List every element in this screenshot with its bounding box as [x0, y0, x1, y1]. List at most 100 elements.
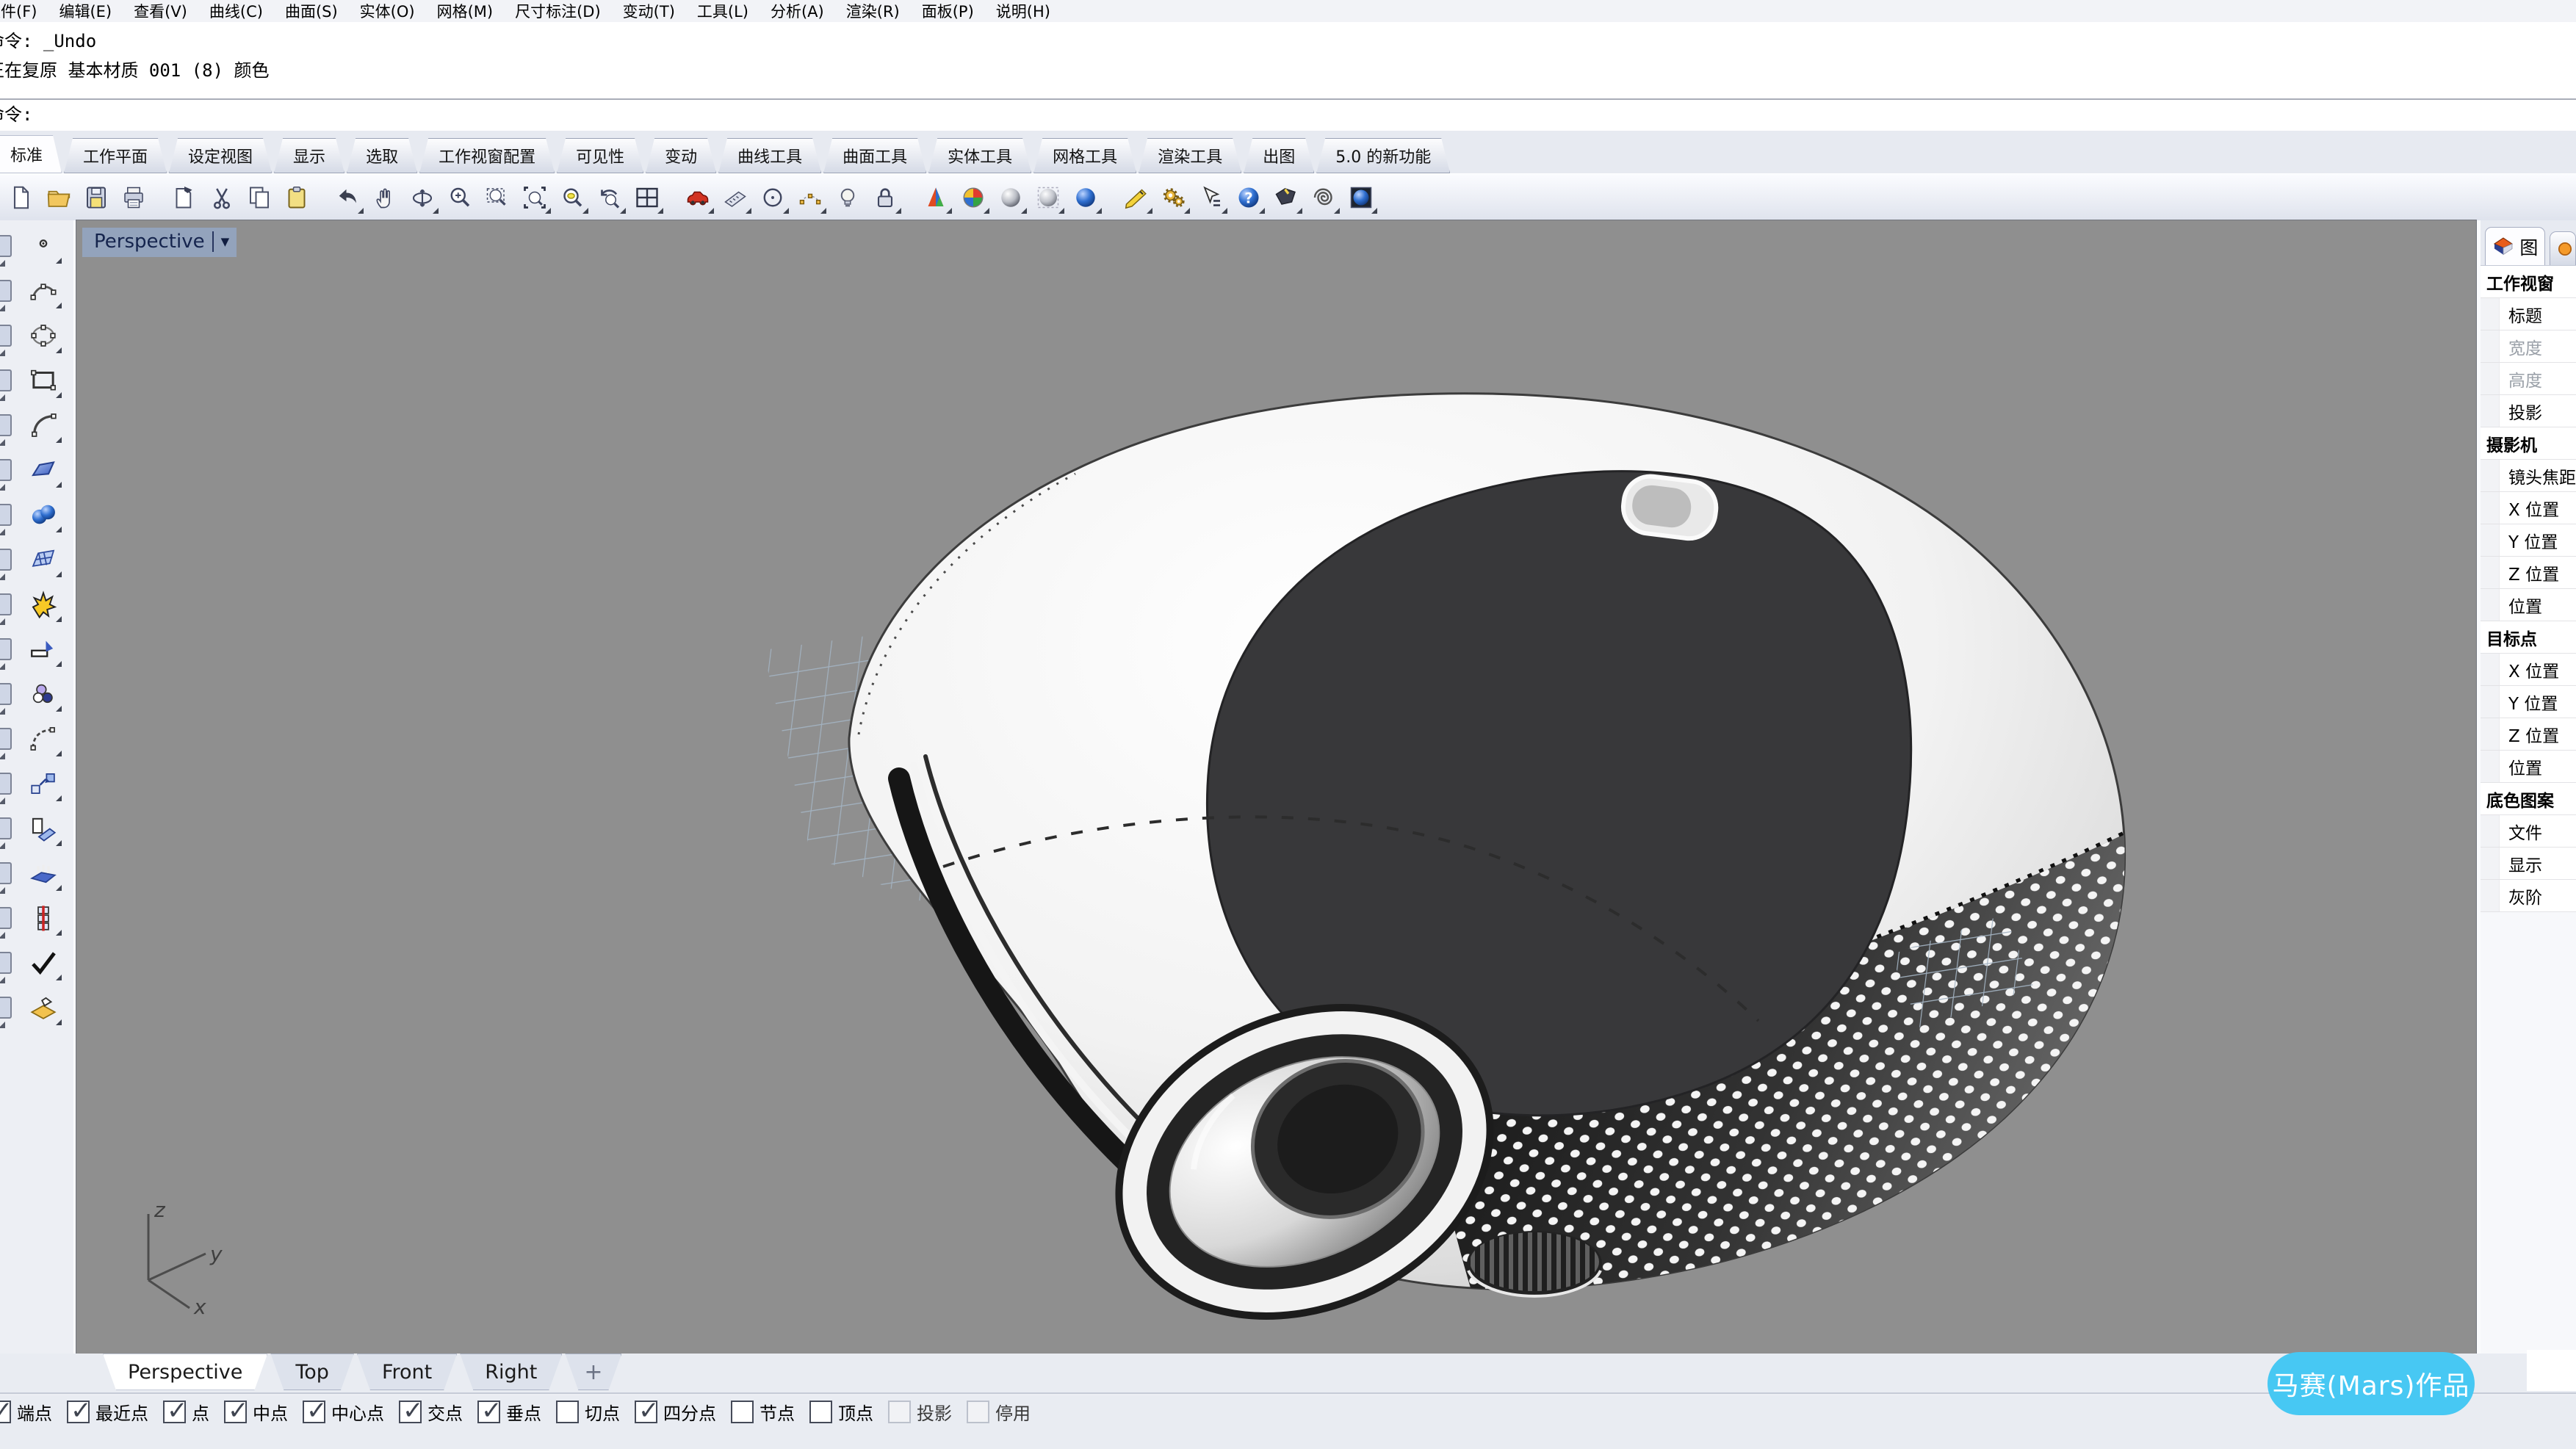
property-row-3[interactable]: 宽度 — [2481, 330, 2576, 363]
rectangle-icon[interactable] — [24, 362, 62, 399]
mesh-plane-icon[interactable] — [24, 541, 62, 578]
clipped-tool-icon[interactable] — [0, 228, 18, 272]
viewport-tab-perspective[interactable]: Perspective — [103, 1354, 267, 1390]
zoom-selected-icon[interactable] — [555, 181, 589, 214]
property-row-16[interactable]: 位置 — [2481, 751, 2576, 783]
menu-item-1[interactable]: 文件(F) — [0, 0, 37, 22]
ribbon-tab-15[interactable]: 5.0 的新功能 — [1316, 138, 1450, 173]
rendered-sphere-blue-icon[interactable] — [1069, 181, 1103, 214]
ribbon-tab-7[interactable]: 可见性 — [557, 138, 643, 173]
osnap-toggle-4[interactable]: 中点 — [224, 1399, 288, 1425]
menu-item-6[interactable]: 实体(O) — [360, 0, 415, 22]
zoom-magnifier-icon[interactable] — [443, 181, 477, 214]
property-row-4[interactable]: 高度 — [2481, 363, 2576, 395]
osnap-toggle-10[interactable]: 节点 — [731, 1399, 795, 1425]
property-row-9[interactable]: Y 位置 — [2481, 524, 2576, 557]
checked-checkbox-icon[interactable] — [399, 1401, 422, 1423]
new-file-icon[interactable] — [4, 181, 38, 214]
solid-spheres-icon[interactable] — [24, 496, 62, 533]
command-prompt-input[interactable]: 命令: — [0, 100, 2576, 131]
unchecked-checkbox-icon[interactable] — [809, 1401, 832, 1423]
padlock-icon[interactable] — [868, 181, 902, 214]
menu-item-5[interactable]: 曲面(S) — [285, 0, 338, 22]
history-spiral-icon[interactable] — [1307, 181, 1341, 214]
ribbon-tab-10[interactable]: 曲面工具 — [823, 138, 926, 173]
viewport-tab-front[interactable]: Front — [357, 1354, 457, 1390]
undo-arrow-icon[interactable] — [331, 181, 364, 214]
undo-view-icon[interactable] — [593, 181, 627, 214]
osnap-toggle-1[interactable]: 端点 — [0, 1399, 52, 1425]
chevron-down-icon[interactable]: ▼ — [221, 235, 230, 248]
clipped-tool-icon[interactable] — [0, 720, 18, 765]
control-point-curve-icon[interactable] — [24, 272, 62, 309]
clipped-tool-icon[interactable] — [0, 496, 18, 541]
copy-tilt-icon[interactable] — [24, 810, 62, 847]
lightbulb-icon[interactable] — [831, 181, 865, 214]
unchecked-checkbox-icon[interactable] — [731, 1401, 754, 1423]
paste-clipboard-icon[interactable] — [280, 181, 314, 214]
property-row-14[interactable]: Y 位置 — [2481, 686, 2576, 718]
rotate-view-icon[interactable] — [405, 181, 439, 214]
pan-hand-icon[interactable] — [368, 181, 402, 214]
viewport-tab-right[interactable]: Right — [460, 1354, 562, 1390]
clipped-tool-icon[interactable] — [0, 765, 18, 810]
osnap-toggle-2[interactable]: 最近点 — [67, 1399, 148, 1425]
menu-item-11[interactable]: 分析(A) — [771, 0, 824, 22]
property-row-7[interactable]: 镜头焦距 — [2481, 460, 2576, 492]
property-row-6[interactable]: 摄影机 — [2481, 427, 2576, 460]
environment-sphere-icon[interactable] — [1344, 181, 1378, 214]
property-row-19[interactable]: 显示 — [2481, 848, 2576, 880]
osnap-toggle-11[interactable]: 顶点 — [809, 1399, 873, 1425]
flashlight-icon[interactable] — [1269, 181, 1303, 214]
clipped-tool-icon[interactable] — [0, 541, 18, 586]
checked-checkbox-icon[interactable] — [477, 1401, 500, 1423]
clipped-tool-icon[interactable] — [0, 407, 18, 452]
ribbon-tab-13[interactable]: 渲染工具 — [1139, 138, 1241, 173]
cut-scissors-icon[interactable] — [205, 181, 239, 214]
osnap-toggle-13[interactable]: 停用 — [967, 1399, 1031, 1425]
clipped-tool-icon[interactable] — [0, 452, 18, 496]
property-row-20[interactable]: 灰阶 — [2481, 880, 2576, 912]
trim-icon[interactable] — [24, 631, 62, 668]
property-row-11[interactable]: 位置 — [2481, 589, 2576, 621]
fillet-curves-icon[interactable] — [24, 720, 62, 757]
clipped-tool-icon[interactable] — [0, 989, 18, 1034]
move-icon[interactable] — [24, 765, 62, 802]
property-row-17[interactable]: 底色图案 — [2481, 783, 2576, 815]
zoom-extents-icon[interactable] — [518, 181, 552, 214]
property-row-12[interactable]: 目标点 — [2481, 621, 2576, 654]
clipped-tool-icon[interactable] — [0, 855, 18, 900]
menu-item-3[interactable]: 查看(V) — [134, 0, 187, 22]
block-red-icon[interactable] — [24, 900, 62, 936]
check-selection-icon[interactable] — [24, 944, 62, 981]
notes-pen-icon[interactable] — [1119, 181, 1153, 214]
osnap-toggle-12[interactable]: 投影 — [888, 1399, 952, 1425]
ribbon-tab-11[interactable]: 实体工具 — [928, 138, 1031, 173]
checked-checkbox-icon[interactable] — [635, 1401, 657, 1423]
checked-checkbox-icon[interactable] — [67, 1401, 90, 1423]
clipped-tool-icon[interactable] — [0, 944, 18, 989]
options-gears-icon[interactable] — [1157, 181, 1191, 214]
color-wheel-icon[interactable] — [956, 181, 990, 214]
ribbon-tab-4[interactable]: 显示 — [274, 138, 344, 173]
property-row-5[interactable]: 投影 — [2481, 395, 2576, 427]
clipped-tool-icon[interactable] — [0, 810, 18, 855]
ruler-plane-icon[interactable] — [718, 181, 752, 214]
circle-points-icon[interactable] — [24, 317, 62, 354]
panel-tab-view[interactable]: 图 — [2485, 227, 2545, 265]
new-viewport-tab[interactable]: + — [565, 1354, 621, 1390]
point-icon[interactable] — [24, 228, 62, 264]
menu-item-8[interactable]: 尺寸标注(D) — [515, 0, 601, 22]
shaded-sphere-icon[interactable] — [994, 181, 1028, 214]
checked-checkbox-icon[interactable] — [224, 1401, 247, 1423]
checked-checkbox-icon[interactable] — [303, 1401, 325, 1423]
group-objects-icon[interactable] — [24, 676, 62, 712]
help-question-icon[interactable]: ? — [1232, 181, 1266, 214]
unchecked-checkbox-icon[interactable] — [967, 1401, 989, 1423]
ribbon-tab-9[interactable]: 曲线工具 — [718, 138, 821, 173]
menu-item-7[interactable]: 网格(M) — [437, 0, 494, 22]
pointer-target-icon[interactable] — [1194, 181, 1228, 214]
property-row-13[interactable]: X 位置 — [2481, 654, 2576, 686]
osnap-toggle-8[interactable]: 切点 — [556, 1399, 620, 1425]
property-row-15[interactable]: Z 位置 — [2481, 718, 2576, 751]
